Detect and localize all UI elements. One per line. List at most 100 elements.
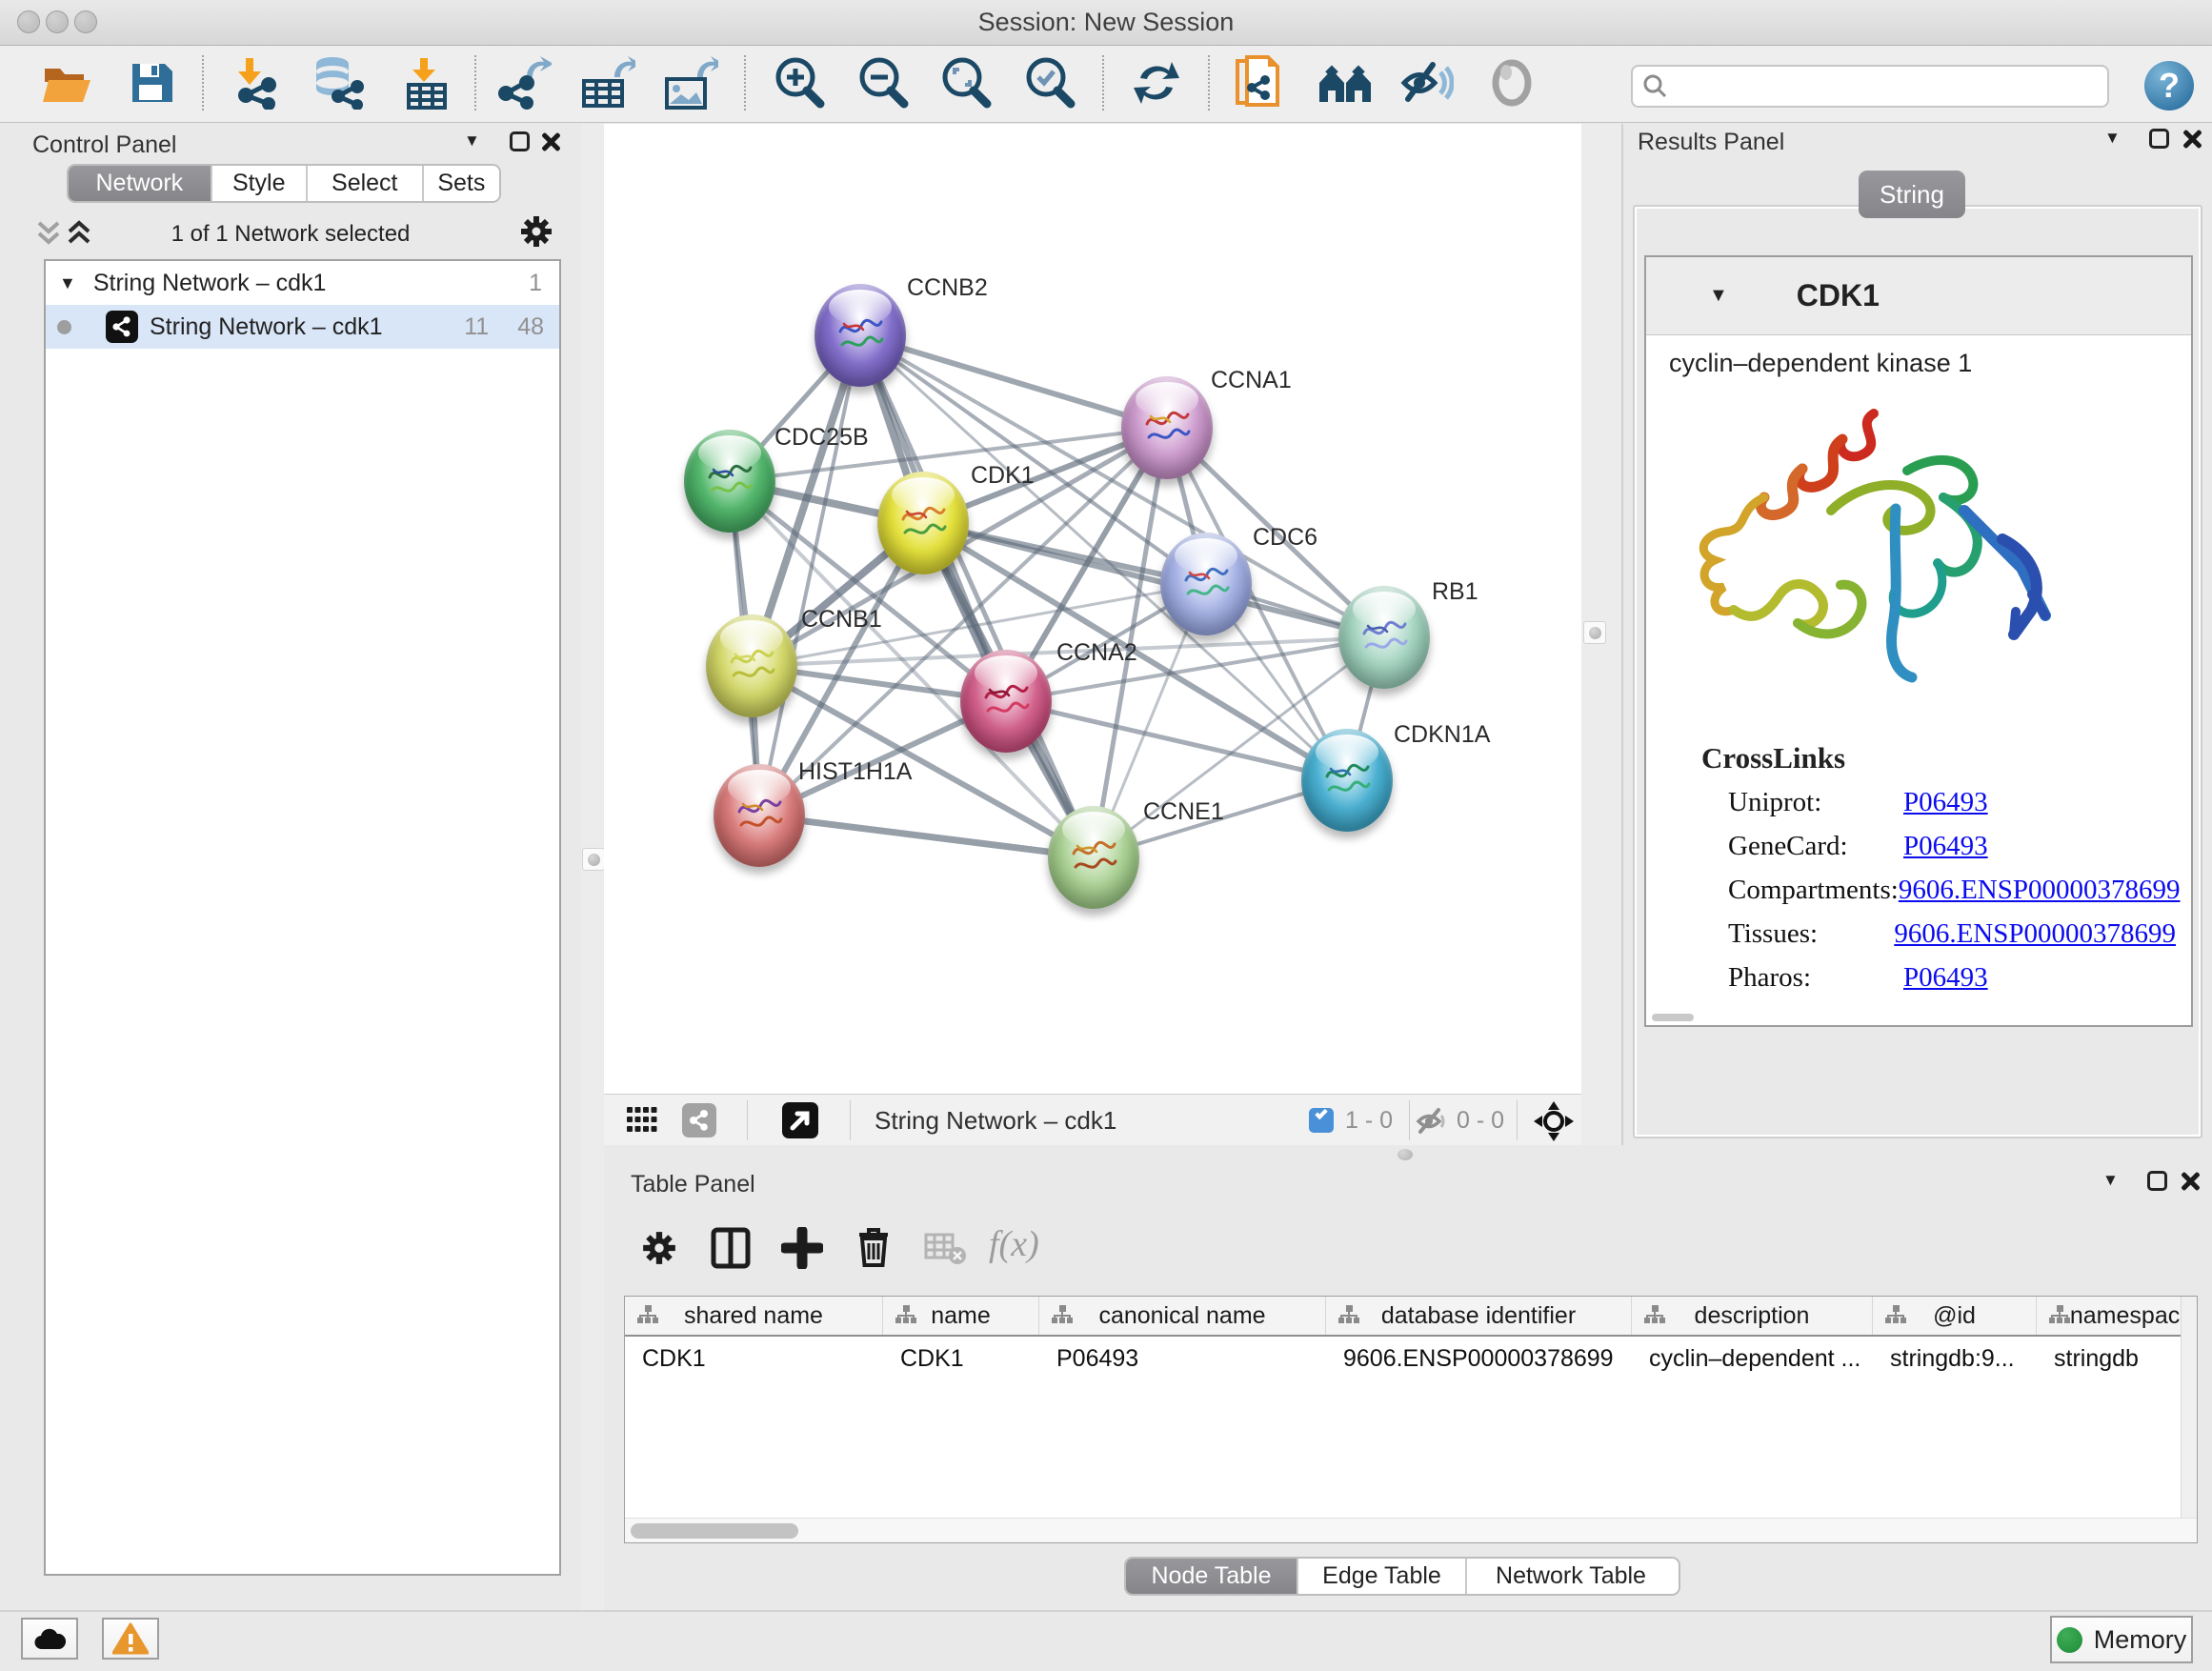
table-horizontal-scrollbar[interactable] xyxy=(625,1518,2197,1542)
table-cell[interactable]: CDK1 xyxy=(883,1345,1039,1373)
column-header-canonical-name[interactable]: canonical name xyxy=(1039,1297,1326,1335)
refresh-icon[interactable] xyxy=(1129,54,1184,111)
tab-string[interactable]: String xyxy=(1859,171,1965,218)
column-header-shared-name[interactable]: shared name xyxy=(625,1297,883,1335)
tab-node-table[interactable]: Node Table xyxy=(1126,1559,1298,1594)
crosslink-value[interactable]: P06493 xyxy=(1903,962,1988,1006)
network-node-ccnb1[interactable] xyxy=(706,614,797,717)
network-overview-icon[interactable] xyxy=(682,1103,716,1137)
panel-close-icon[interactable] xyxy=(2182,129,2202,150)
network-node-ccna2[interactable] xyxy=(960,650,1052,753)
tab-sets[interactable]: Sets xyxy=(424,166,499,201)
crosslink-value[interactable]: 9606.ENSP00000378699 xyxy=(1899,875,2181,918)
table-cell[interactable]: CDK1 xyxy=(625,1345,883,1373)
show-columns-icon[interactable] xyxy=(711,1227,751,1274)
export-network-icon[interactable] xyxy=(497,54,553,111)
right-splitter-handle[interactable] xyxy=(1583,621,1606,644)
node-table[interactable]: shared namenamecanonical namedatabase id… xyxy=(624,1296,2198,1543)
network-node-ccna1[interactable] xyxy=(1121,376,1213,479)
table-cell[interactable]: stringdb:9... xyxy=(1873,1345,2037,1373)
tab-network-table[interactable]: Network Table xyxy=(1467,1559,1675,1594)
hide-glass-icon[interactable] xyxy=(1399,54,1455,111)
grid-view-icon[interactable] xyxy=(627,1107,657,1138)
column-header--id[interactable]: @id xyxy=(1873,1297,2037,1335)
string-home-icon[interactable] xyxy=(1317,54,1373,111)
crosslink-value[interactable]: P06493 xyxy=(1903,831,1988,875)
network-node-hist1h1a[interactable] xyxy=(714,764,805,867)
delete-column-trash-icon[interactable] xyxy=(854,1225,894,1274)
table-settings-gear-icon[interactable] xyxy=(640,1229,678,1272)
export-image-icon[interactable] xyxy=(663,54,718,111)
search-input[interactable] xyxy=(1669,73,2088,100)
open-in-new-window-icon[interactable] xyxy=(782,1102,818,1138)
import-network-database-icon[interactable] xyxy=(311,54,366,111)
search-box[interactable] xyxy=(1631,65,2109,108)
panel-menu-icon[interactable]: ▼ xyxy=(2104,129,2121,148)
panel-float-icon[interactable] xyxy=(510,131,530,151)
network-node-cdk1[interactable] xyxy=(877,472,969,574)
tab-edge-table[interactable]: Edge Table xyxy=(1298,1559,1467,1594)
import-table-file-icon[interactable] xyxy=(398,54,453,111)
network-canvas[interactable]: CCNB2CCNA1CDC25BCDK1CDC6RB1CCNB1CCNA2CDK… xyxy=(604,124,1581,1094)
import-network-file-icon[interactable] xyxy=(231,54,286,111)
crosslink-value[interactable]: P06493 xyxy=(1903,787,1988,831)
horizontal-splitter-handle[interactable] xyxy=(1398,1149,1413,1160)
network-collection-row[interactable]: ▼ String Network – cdk1 1 xyxy=(46,261,559,305)
panel-close-icon[interactable] xyxy=(540,131,561,152)
table-cell[interactable]: P06493 xyxy=(1039,1345,1326,1373)
share-document-icon[interactable] xyxy=(1232,54,1287,111)
save-session-icon[interactable] xyxy=(124,54,179,111)
panel-close-icon[interactable] xyxy=(2180,1171,2201,1192)
protein-section-header[interactable]: ▼ CDK1 xyxy=(1646,257,2191,335)
network-node-cdkn1a[interactable] xyxy=(1301,729,1393,832)
table-cell[interactable]: 9606.ENSP00000378699 xyxy=(1326,1345,1632,1373)
section-expander-icon[interactable]: ▼ xyxy=(1709,285,1728,307)
expand-all-networks-icon[interactable] xyxy=(67,219,91,252)
collapse-all-networks-icon[interactable] xyxy=(36,219,61,252)
memory-button[interactable]: Memory xyxy=(2050,1616,2193,1663)
network-node-ccne1[interactable] xyxy=(1048,806,1139,909)
collection-expander-icon[interactable]: ▼ xyxy=(59,273,76,293)
zoom-fit-icon[interactable] xyxy=(938,54,994,111)
tab-style[interactable]: Style xyxy=(212,166,308,201)
help-icon[interactable]: ? xyxy=(2144,61,2194,111)
tab-network[interactable]: Network xyxy=(69,166,212,201)
network-row[interactable]: String Network – cdk1 11 48 xyxy=(46,305,559,349)
column-header-database-identifier[interactable]: database identifier xyxy=(1326,1297,1632,1335)
zoom-selected-icon[interactable] xyxy=(1022,54,1077,111)
table-vertical-scrollbar[interactable] xyxy=(2181,1297,2197,1542)
column-header-description[interactable]: description xyxy=(1632,1297,1873,1335)
table-cell[interactable]: cyclin–dependent ... xyxy=(1632,1345,1873,1373)
horizontal-splitter[interactable] xyxy=(604,1145,2212,1164)
network-node-cdc25b[interactable] xyxy=(684,430,775,533)
panel-menu-icon[interactable]: ▼ xyxy=(2102,1171,2119,1190)
scrollbar-thumb[interactable] xyxy=(631,1523,798,1539)
zoom-out-icon[interactable] xyxy=(855,54,911,111)
hidden-eye-icon[interactable] xyxy=(1416,1107,1448,1140)
network-options-gear-icon[interactable] xyxy=(518,213,554,254)
results-scrollbar-thumb[interactable] xyxy=(1652,1014,1694,1021)
network-node-ccnb2[interactable] xyxy=(814,284,906,387)
open-session-icon[interactable] xyxy=(40,54,95,111)
tab-select[interactable]: Select xyxy=(308,166,424,201)
panel-menu-icon[interactable]: ▼ xyxy=(464,131,480,151)
function-builder-icon[interactable]: f(x) xyxy=(989,1223,1039,1265)
left-splitter[interactable] xyxy=(581,124,604,1610)
left-splitter-handle[interactable] xyxy=(582,848,605,871)
panel-float-icon[interactable] xyxy=(2149,129,2169,149)
warning-status-button[interactable] xyxy=(102,1618,159,1660)
column-header-namespace[interactable]: namespace xyxy=(2037,1297,2198,1335)
crosslink-value[interactable]: 9606.ENSP00000378699 xyxy=(1894,918,2176,962)
table-cell[interactable]: stringdb xyxy=(2037,1345,2198,1373)
add-column-icon[interactable] xyxy=(781,1227,823,1274)
selected-checkbox-icon[interactable] xyxy=(1309,1108,1334,1133)
cloud-status-button[interactable] xyxy=(21,1618,78,1660)
right-splitter[interactable] xyxy=(1581,124,1621,1145)
panel-float-icon[interactable] xyxy=(2147,1171,2167,1191)
delete-table-icon[interactable] xyxy=(924,1233,966,1270)
zoom-in-icon[interactable] xyxy=(772,54,827,111)
fit-selected-crosshair-icon[interactable] xyxy=(1534,1101,1574,1146)
table-row[interactable]: CDK1CDK1P064939606.ENSP00000378699cyclin… xyxy=(625,1337,2197,1380)
network-node-cdc6[interactable] xyxy=(1160,533,1252,635)
network-node-rb1[interactable] xyxy=(1338,586,1430,689)
